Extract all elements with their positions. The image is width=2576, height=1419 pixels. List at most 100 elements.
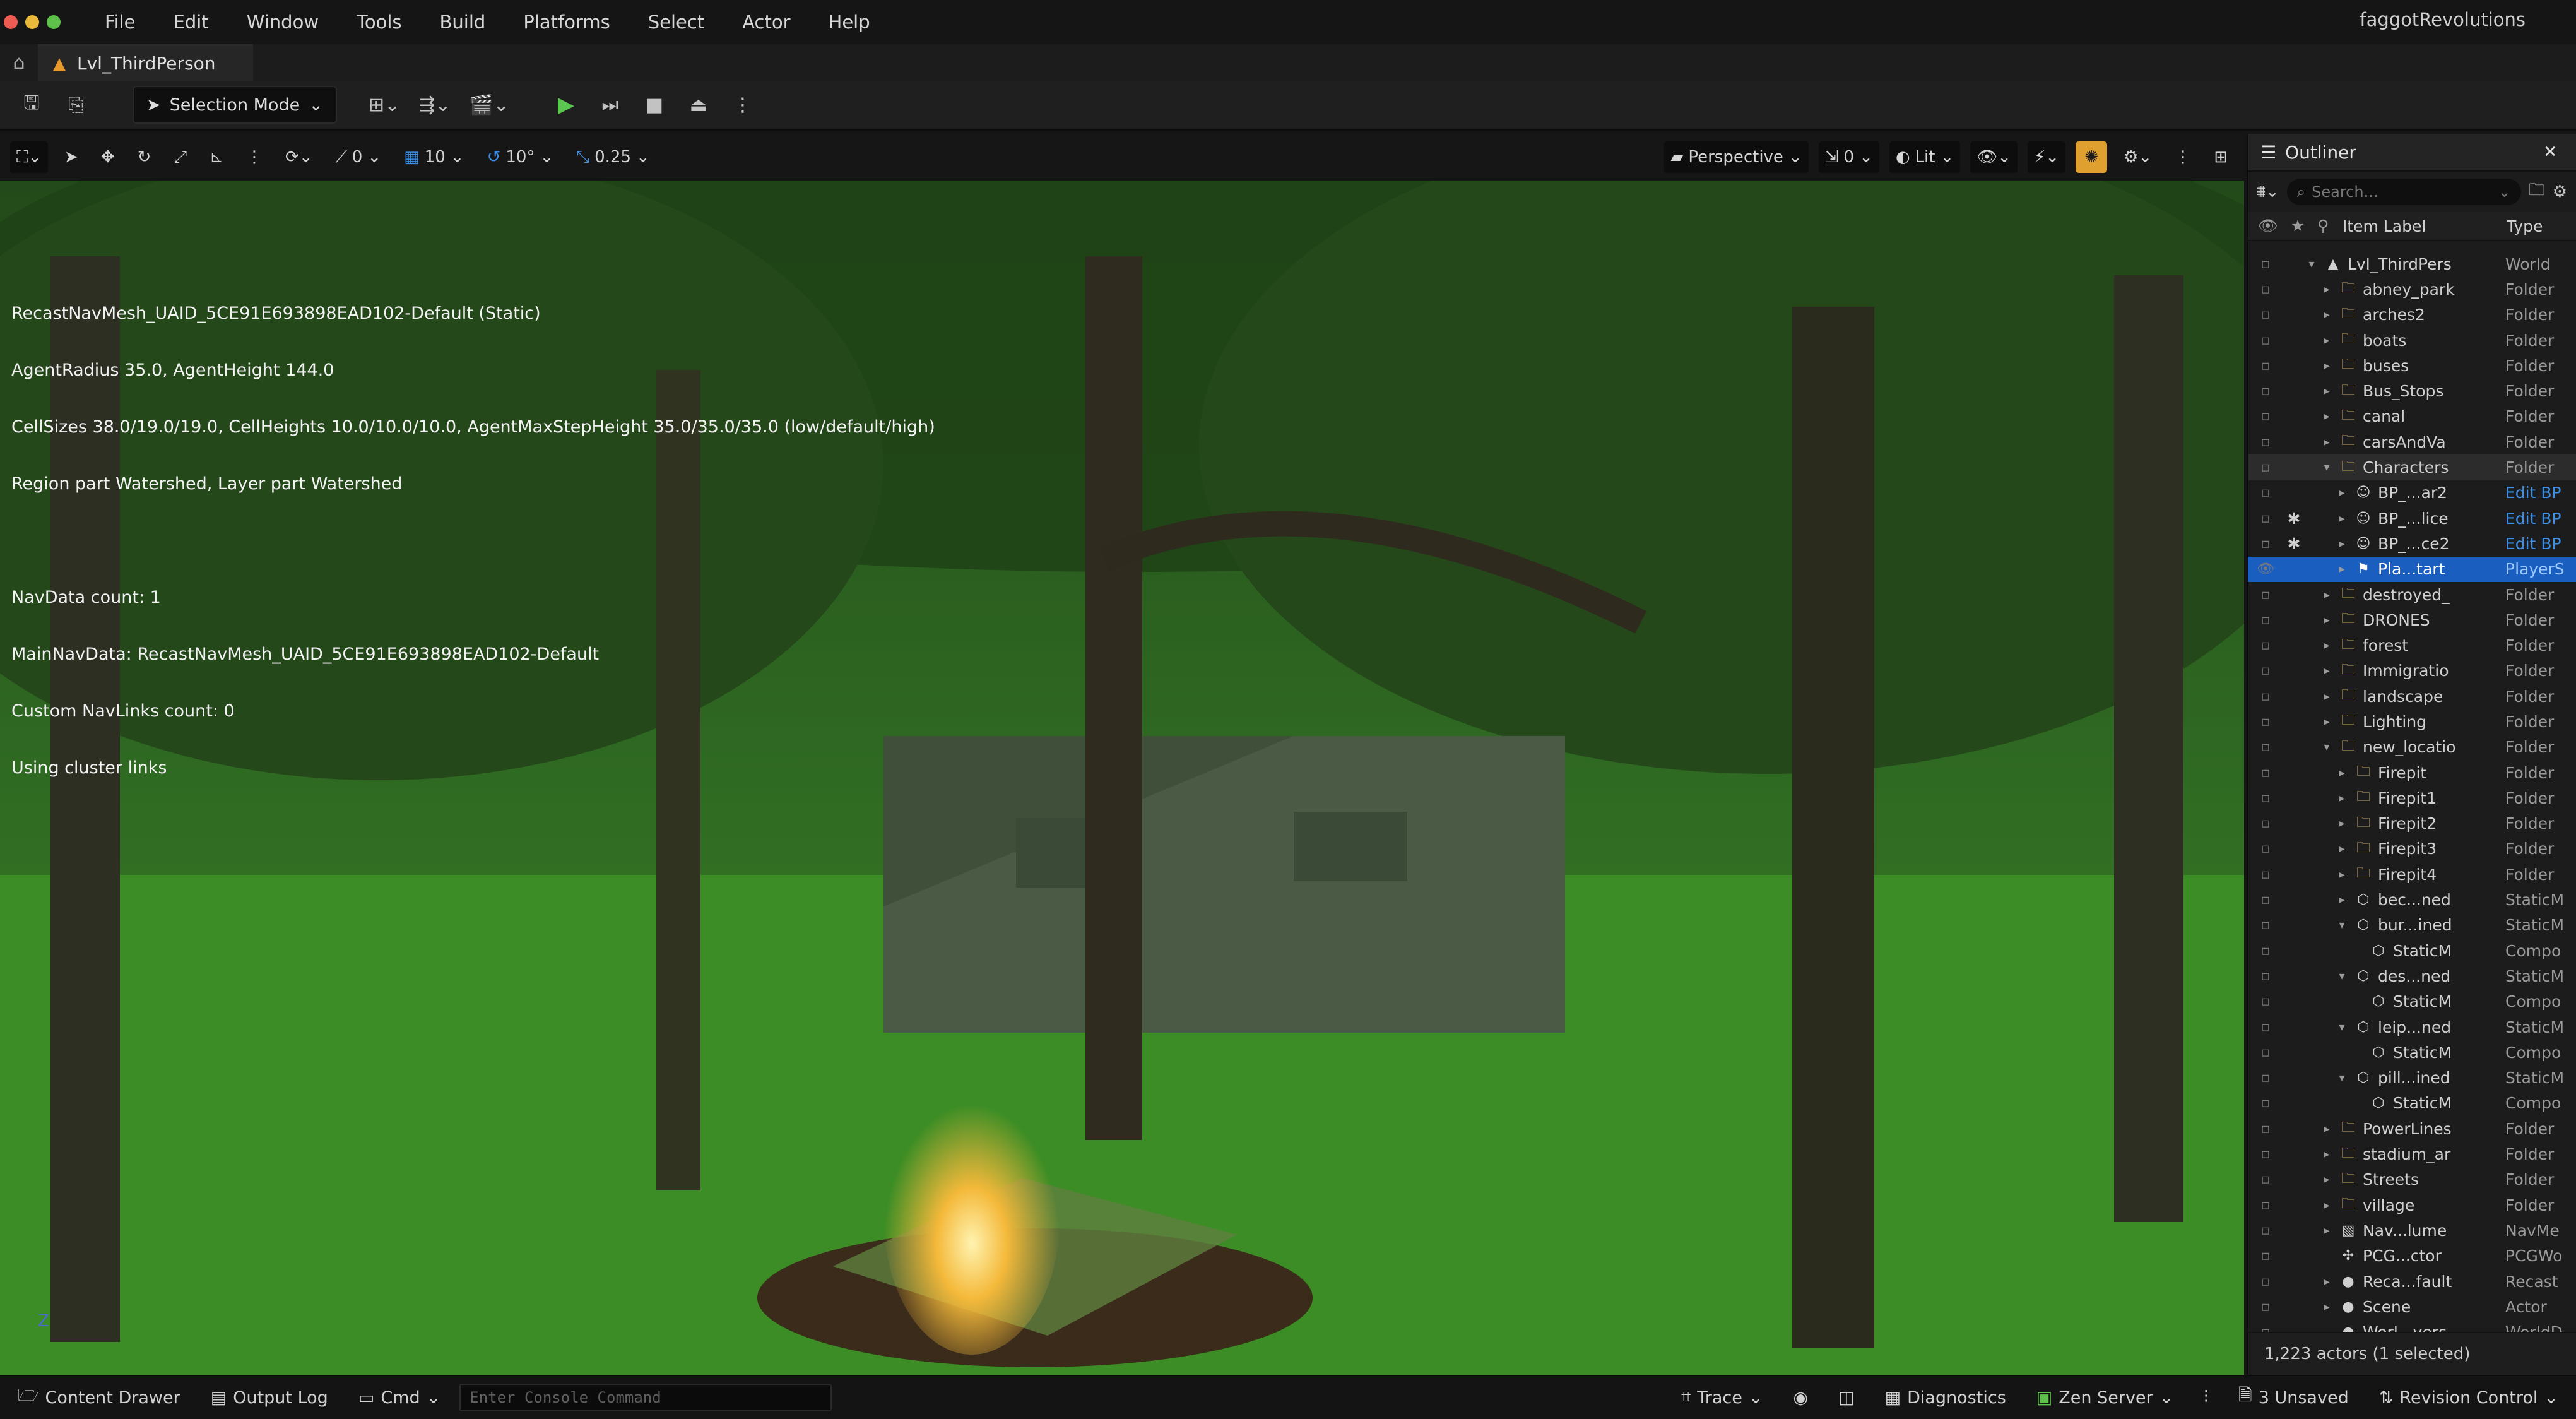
visibility-toggle-icon[interactable]: ▫	[2248, 1095, 2283, 1111]
expand-arrow-icon[interactable]: ▸	[2320, 334, 2334, 347]
visibility-toggle-icon[interactable]: ▫	[2248, 663, 2283, 679]
search-input[interactable]: ⌕ Search... ⌄	[2286, 179, 2521, 205]
show-flags-icon[interactable]: 👁⌄	[1970, 141, 2018, 173]
outliner-row[interactable]: ▫ ⬡ StaticM Compo	[2248, 989, 2576, 1014]
outliner-row[interactable]: ▫ ▸ 🗀 arches2 Folder	[2248, 302, 2576, 328]
menu-build[interactable]: Build	[421, 11, 505, 33]
expand-arrow-icon[interactable]: ▸	[2320, 614, 2334, 627]
visibility-toggle-icon[interactable]: ▫	[2248, 1045, 2283, 1060]
outliner-row[interactable]: ▫ ▸ 🗀 Firepit3 Folder	[2248, 836, 2576, 862]
visibility-toggle-icon[interactable]: ▫	[2248, 383, 2283, 399]
expand-arrow-icon[interactable]: ▸	[2320, 308, 2334, 321]
viewport-options-icon[interactable]: ⋮	[2168, 141, 2197, 173]
visibility-toggle-icon[interactable]: ▫	[2248, 689, 2283, 704]
menu-platforms[interactable]: Platforms	[504, 11, 629, 33]
visibility-toggle-icon[interactable]: ▫	[2248, 256, 2283, 272]
expand-arrow-icon[interactable]: ▸	[2320, 588, 2334, 602]
expand-arrow-icon[interactable]: ▸	[2335, 486, 2349, 499]
expand-arrow-icon[interactable]: ▾	[2320, 740, 2334, 754]
visibility-toggle-icon[interactable]: ▫	[2248, 968, 2283, 984]
outliner-row[interactable]: ▫ ▸ 🗀 PowerLines Folder	[2248, 1116, 2576, 1141]
visibility-toggle-icon[interactable]: ▫	[2248, 994, 2283, 1009]
expand-arrow-icon[interactable]: ▸	[2335, 842, 2349, 855]
expand-arrow-icon[interactable]: ▸	[2320, 384, 2334, 398]
visibility-toggle-icon[interactable]: ▫	[2248, 739, 2283, 755]
select-tool-icon[interactable]: ➤	[58, 141, 85, 173]
outliner-row[interactable]: ▫ ▸ 🗀 Firepit Folder	[2248, 760, 2576, 785]
menu-select[interactable]: Select	[629, 11, 723, 33]
outliner-row[interactable]: ▫ ▸ 🗀 stadium_ar Folder	[2248, 1141, 2576, 1167]
outliner-row[interactable]: ▫ ▸ 🗀 carsAndVa Folder	[2248, 429, 2576, 454]
visibility-toggle-icon[interactable]: ▫	[2248, 1172, 2283, 1187]
rotate-tool-icon[interactable]: ↻	[131, 141, 158, 173]
more-options-icon[interactable]: ⋮	[724, 86, 762, 124]
menu-file[interactable]: File	[86, 11, 155, 33]
visibility-toggle-icon[interactable]: ▫	[2248, 434, 2283, 450]
coordinate-space-icon[interactable]: ⟳⌄	[279, 141, 319, 173]
outliner-row[interactable]: ▫ ▸ 🗀 buses Folder	[2248, 353, 2576, 378]
expand-arrow-icon[interactable]: ▸	[2335, 766, 2349, 780]
visibility-toggle-icon[interactable]: ▫	[2248, 917, 2283, 933]
pin-icon[interactable]: ✱	[2283, 509, 2305, 528]
outliner-row[interactable]: ▫ ▾ ⬡ bur...ined StaticM	[2248, 913, 2576, 938]
pin-column-icon[interactable]: ★	[2291, 217, 2305, 235]
output-log-button[interactable]: ▤ Output Log	[199, 1388, 340, 1408]
outliner-row[interactable]: ▫ ▸ 🗀 Streets Folder	[2248, 1167, 2576, 1192]
outliner-row[interactable]: ▫ ▸ ▧ Nav...lume NavMe	[2248, 1218, 2576, 1243]
expand-arrow-icon[interactable]: ▸	[2320, 664, 2334, 677]
expand-arrow-icon[interactable]: ▸	[2335, 868, 2349, 881]
visibility-toggle-icon[interactable]: ▫	[2248, 765, 2283, 781]
surface-snap-icon[interactable]: ⊾	[203, 141, 230, 173]
visibility-toggle-icon[interactable]: ▫	[2248, 714, 2283, 730]
outliner-row[interactable]: ▫ ⬡ StaticM Compo	[2248, 938, 2576, 963]
menu-tools[interactable]: Tools	[338, 11, 420, 33]
visibility-toggle-icon[interactable]: ▫	[2248, 1197, 2283, 1213]
cinematics-icon[interactable]: 🎬⌄	[463, 86, 516, 124]
visibility-toggle-icon[interactable]: ▫	[2248, 1223, 2283, 1238]
visibility-toggle-icon[interactable]: ▫	[2248, 1070, 2283, 1086]
outliner-row[interactable]: ▫ ▸ 🗀 canal Folder	[2248, 404, 2576, 429]
outliner-row[interactable]: ▫ ▸ 🗀 Firepit1 Folder	[2248, 785, 2576, 810]
visibility-toggle-icon[interactable]: ▫	[2248, 587, 2283, 603]
visibility-toggle-icon[interactable]: ▫	[2248, 333, 2283, 348]
outliner-row[interactable]: ▫ ▸ ⬡ bec...ned StaticM	[2248, 887, 2576, 912]
zen-server-dropdown[interactable]: ▣ Zen Server ⌄	[2025, 1388, 2185, 1408]
column-type[interactable]: Type	[2507, 217, 2576, 235]
outliner-row[interactable]: ▫ ▾ ⬡ pill...ined StaticM	[2248, 1066, 2576, 1091]
visibility-toggle-icon[interactable]: ▫	[2248, 307, 2283, 323]
screenshot-icon[interactable]: ◫	[1827, 1388, 1866, 1408]
outliner-row[interactable]: ▫ ⬡ StaticM Compo	[2248, 1040, 2576, 1065]
stop-icon[interactable]: ■	[635, 86, 673, 124]
outliner-row[interactable]: ▫ ▸ 🗀 forest Folder	[2248, 632, 2576, 658]
menu-window[interactable]: Window	[228, 11, 338, 33]
unsaved-button[interactable]: 🗎 3 Unsaved	[2227, 1383, 2360, 1412]
visibility-toggle-icon[interactable]: ▫	[2248, 841, 2283, 857]
outliner-row[interactable]: ▫ ▸ 🗀 Bus_Stops Folder	[2248, 378, 2576, 403]
outliner-row[interactable]: ▫ ▸ 🗀 Immigratio Folder	[2248, 658, 2576, 684]
outliner-row[interactable]: ▫ ● Worl...vers WorldD	[2248, 1319, 2576, 1332]
visibility-toggle-icon[interactable]: ▫	[2248, 1019, 2283, 1035]
visibility-toggle-icon[interactable]: ▫	[2248, 460, 2283, 475]
outliner-row[interactable]: ▫ ▸ 🗀 Firepit4 Folder	[2248, 862, 2576, 887]
expand-arrow-icon[interactable]: ▸	[2335, 792, 2349, 805]
scale-tool-icon[interactable]: ⤢	[167, 141, 193, 173]
outliner-row[interactable]: ▫ ▸ ☺ BP_...ar2 Edit BP	[2248, 480, 2576, 506]
outliner-row[interactable]: ▫ ▸ 🗀 Firepit2 Folder	[2248, 811, 2576, 836]
revision-control-dropdown[interactable]: ⇅ Revision Control ⌄	[2368, 1388, 2570, 1408]
transform-select-icon[interactable]: ⛶⌄	[10, 141, 48, 173]
close-window-button[interactable]	[4, 15, 18, 29]
outliner-row[interactable]: ▫ ▸ 🗀 Lighting Folder	[2248, 709, 2576, 734]
visibility-toggle-icon[interactable]: ▫	[2248, 1274, 2283, 1290]
expand-arrow-icon[interactable]: ▸	[2335, 893, 2349, 906]
visibility-column-icon[interactable]: 👁	[2258, 217, 2278, 235]
menu-edit[interactable]: Edit	[155, 11, 228, 33]
derived-data-icon[interactable]: ⫶	[2192, 1387, 2219, 1408]
expand-arrow-icon[interactable]: ▾	[2335, 1071, 2349, 1084]
visibility-toggle-icon[interactable]: ▫	[2248, 638, 2283, 653]
visibility-toggle-icon[interactable]: ▫	[2248, 1146, 2283, 1162]
expand-arrow-icon[interactable]: ▸	[2320, 1224, 2334, 1237]
trace-dropdown[interactable]: ⌗ Trace ⌄	[1670, 1387, 1774, 1408]
expand-arrow-icon[interactable]: ▸	[2335, 537, 2349, 550]
eject-icon[interactable]: ⏏	[680, 86, 718, 124]
minimize-window-button[interactable]	[25, 15, 39, 29]
